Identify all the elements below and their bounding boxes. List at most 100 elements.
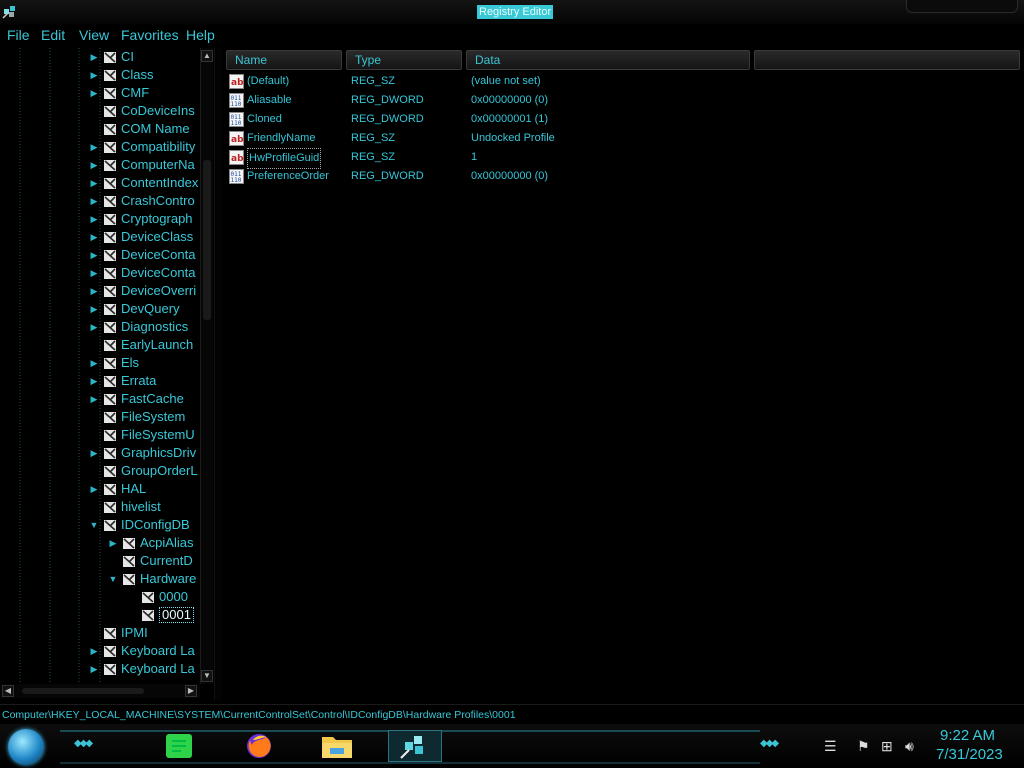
expand-arrow-icon[interactable]: ▶: [88, 192, 100, 210]
tree-item[interactable]: ▶ Cryptograph: [88, 210, 193, 228]
column-type-header[interactable]: Type: [346, 50, 462, 70]
tree-item[interactable]: 0000: [126, 588, 188, 606]
file-explorer-icon[interactable]: [310, 730, 364, 762]
values-list-pane[interactable]: Name Type Data ab (Default) REG_SZ (value n…: [222, 48, 1024, 700]
expand-arrow-icon[interactable]: ▶: [88, 480, 100, 498]
tree-item[interactable]: hivelist: [88, 498, 161, 516]
clock-date[interactable]: 7/31/2023: [936, 746, 1003, 763]
registry-key-icon: [103, 302, 117, 316]
registry-editor-app-icon[interactable]: [2, 3, 18, 19]
tree-vertical-scrollbar[interactable]: ▲ ▼: [200, 48, 213, 684]
network-icon[interactable]: ⊞: [881, 738, 893, 755]
expand-arrow-icon[interactable]: ▶: [88, 174, 100, 192]
expand-arrow-icon[interactable]: ▶: [88, 66, 100, 84]
tree-item[interactable]: ▶ CrashContro: [88, 192, 195, 210]
tree-item[interactable]: IPMI: [88, 624, 148, 642]
value-row[interactable]: 011 110 PreferenceOrder REG_DWORD 0x00000000…: [222, 167, 1022, 186]
tree-item[interactable]: EarlyLaunch: [88, 336, 193, 354]
expand-arrow-icon[interactable]: ▶: [88, 642, 100, 660]
start-button[interactable]: [8, 729, 44, 765]
expand-arrow-icon[interactable]: ▶: [88, 210, 100, 228]
menu-help[interactable]: Help: [186, 27, 215, 43]
value-row[interactable]: 011 110 Cloned REG_DWORD 0x00000001 (1): [222, 110, 1022, 129]
expand-arrow-icon[interactable]: ▶: [88, 48, 100, 66]
menu-lines-icon[interactable]: ☰: [824, 738, 837, 755]
tree-item[interactable]: ▶ DeviceClass: [88, 228, 194, 246]
tree-item[interactable]: ▶ Els: [88, 354, 140, 372]
scroll-right-icon[interactable]: ▶: [185, 685, 197, 697]
collapse-arrow-icon[interactable]: ▼: [107, 570, 119, 588]
expand-arrow-icon[interactable]: ▶: [88, 660, 100, 678]
tree-item[interactable]: CoDeviceIns: [88, 102, 195, 120]
tree-item[interactable]: ▶ ComputerNa: [88, 156, 195, 174]
tree-item[interactable]: ▶ FastCache: [88, 390, 184, 408]
tree-item[interactable]: ▶ ContentIndex: [88, 174, 199, 192]
column-name-header[interactable]: Name: [226, 50, 342, 70]
collapse-arrow-icon[interactable]: ▼: [88, 516, 100, 534]
tree-item[interactable]: ▶ DeviceConta: [88, 264, 196, 282]
firefox-icon[interactable]: [232, 730, 286, 762]
tree-item[interactable]: ▶ Keyboard La: [88, 642, 195, 660]
tree-item[interactable]: COM Name: [88, 120, 190, 138]
registry-editor-icon[interactable]: [388, 730, 442, 762]
value-row[interactable]: ab FriendlyName REG_SZ Undocked Profile: [222, 129, 1022, 148]
tree-item[interactable]: ▶ HAL: [88, 480, 147, 498]
tree-item-label: Keyboard La: [121, 661, 195, 676]
action-center-flag-icon[interactable]: ⚑: [857, 738, 870, 755]
tree-item[interactable]: ▼ Hardware: [107, 570, 197, 588]
tree-item[interactable]: ▶ Diagnostics: [88, 318, 189, 336]
expand-arrow-icon[interactable]: ▶: [88, 156, 100, 174]
scroll-down-icon[interactable]: ▼: [201, 670, 213, 682]
menu-view[interactable]: View: [79, 27, 109, 43]
expand-arrow-icon[interactable]: ▶: [88, 318, 100, 336]
tree-horizontal-scrollbar[interactable]: ◀ ▶: [0, 684, 200, 698]
key-tree-pane[interactable]: ▶ CI ▶ Class ▶ CMF CoDeviceIns COM Name ▶ Compati…: [0, 48, 214, 700]
expand-arrow-icon[interactable]: ▶: [88, 138, 100, 156]
tree-item[interactable]: CurrentD: [107, 552, 193, 570]
window-controls[interactable]: [906, 0, 1018, 13]
tree-item[interactable]: ▶ Errata: [88, 372, 157, 390]
tree-item[interactable]: ▶ GraphicsDriv: [88, 444, 197, 462]
tree-item-label: GraphicsDriv: [121, 445, 197, 460]
tree-item[interactable]: 0001: [126, 606, 194, 624]
tree-item[interactable]: GroupOrderL: [88, 462, 198, 480]
tree-item[interactable]: ▶ Class: [88, 66, 154, 84]
tree-hscroll-thumb[interactable]: [22, 688, 144, 694]
notes-app-icon[interactable]: [152, 730, 206, 762]
tree-item[interactable]: ▶ DeviceOverri: [88, 282, 197, 300]
expand-arrow-icon[interactable]: ▶: [88, 84, 100, 102]
expand-arrow-icon[interactable]: ▶: [88, 444, 100, 462]
expand-arrow-icon[interactable]: ▶: [88, 282, 100, 300]
expand-arrow-icon[interactable]: ▶: [88, 354, 100, 372]
tree-item[interactable]: ▶ Keyboard La: [88, 660, 195, 678]
tree-item[interactable]: ▶ DevQuery: [88, 300, 180, 318]
value-row[interactable]: ab HwProfileGuid REG_SZ 1: [222, 148, 1022, 169]
expand-arrow-icon[interactable]: ▶: [88, 264, 100, 282]
expand-arrow-icon[interactable]: ▶: [88, 228, 100, 246]
expand-arrow-icon[interactable]: ▶: [88, 300, 100, 318]
tree-item[interactable]: ▼ IDConfigDB: [88, 516, 190, 534]
tree-item[interactable]: ▶ CMF: [88, 84, 150, 102]
value-row[interactable]: ab (Default) REG_SZ (value not set): [222, 72, 1022, 91]
expand-arrow-icon[interactable]: ▶: [88, 246, 100, 264]
column-data-header[interactable]: Data: [466, 50, 750, 70]
tree-item[interactable]: ▶ Compatibility: [88, 138, 196, 156]
tree-item[interactable]: ▶ CI: [88, 48, 134, 66]
registry-key-icon: [122, 572, 136, 586]
tree-scroll-thumb[interactable]: [203, 160, 211, 320]
volume-icon[interactable]: 🔊︎: [905, 738, 914, 755]
clock-time[interactable]: 9:22 AM: [940, 727, 995, 744]
tree-item[interactable]: ▶ DeviceConta: [88, 246, 196, 264]
tree-item[interactable]: ▶ AcpiAlias: [107, 534, 194, 552]
menu-file[interactable]: File: [7, 27, 30, 43]
menu-edit[interactable]: Edit: [41, 27, 65, 43]
scroll-up-icon[interactable]: ▲: [201, 50, 213, 62]
menu-favorites[interactable]: Favorites: [121, 27, 179, 43]
expand-arrow-icon[interactable]: ▶: [88, 390, 100, 408]
expand-arrow-icon[interactable]: ▶: [88, 372, 100, 390]
tree-item[interactable]: FileSystem: [88, 408, 185, 426]
expand-arrow-icon[interactable]: ▶: [107, 534, 119, 552]
tree-item[interactable]: FileSystemU: [88, 426, 195, 444]
value-row[interactable]: 011 110 Aliasable REG_DWORD 0x00000000 (0): [222, 91, 1022, 110]
scroll-left-icon[interactable]: ◀: [2, 685, 14, 697]
